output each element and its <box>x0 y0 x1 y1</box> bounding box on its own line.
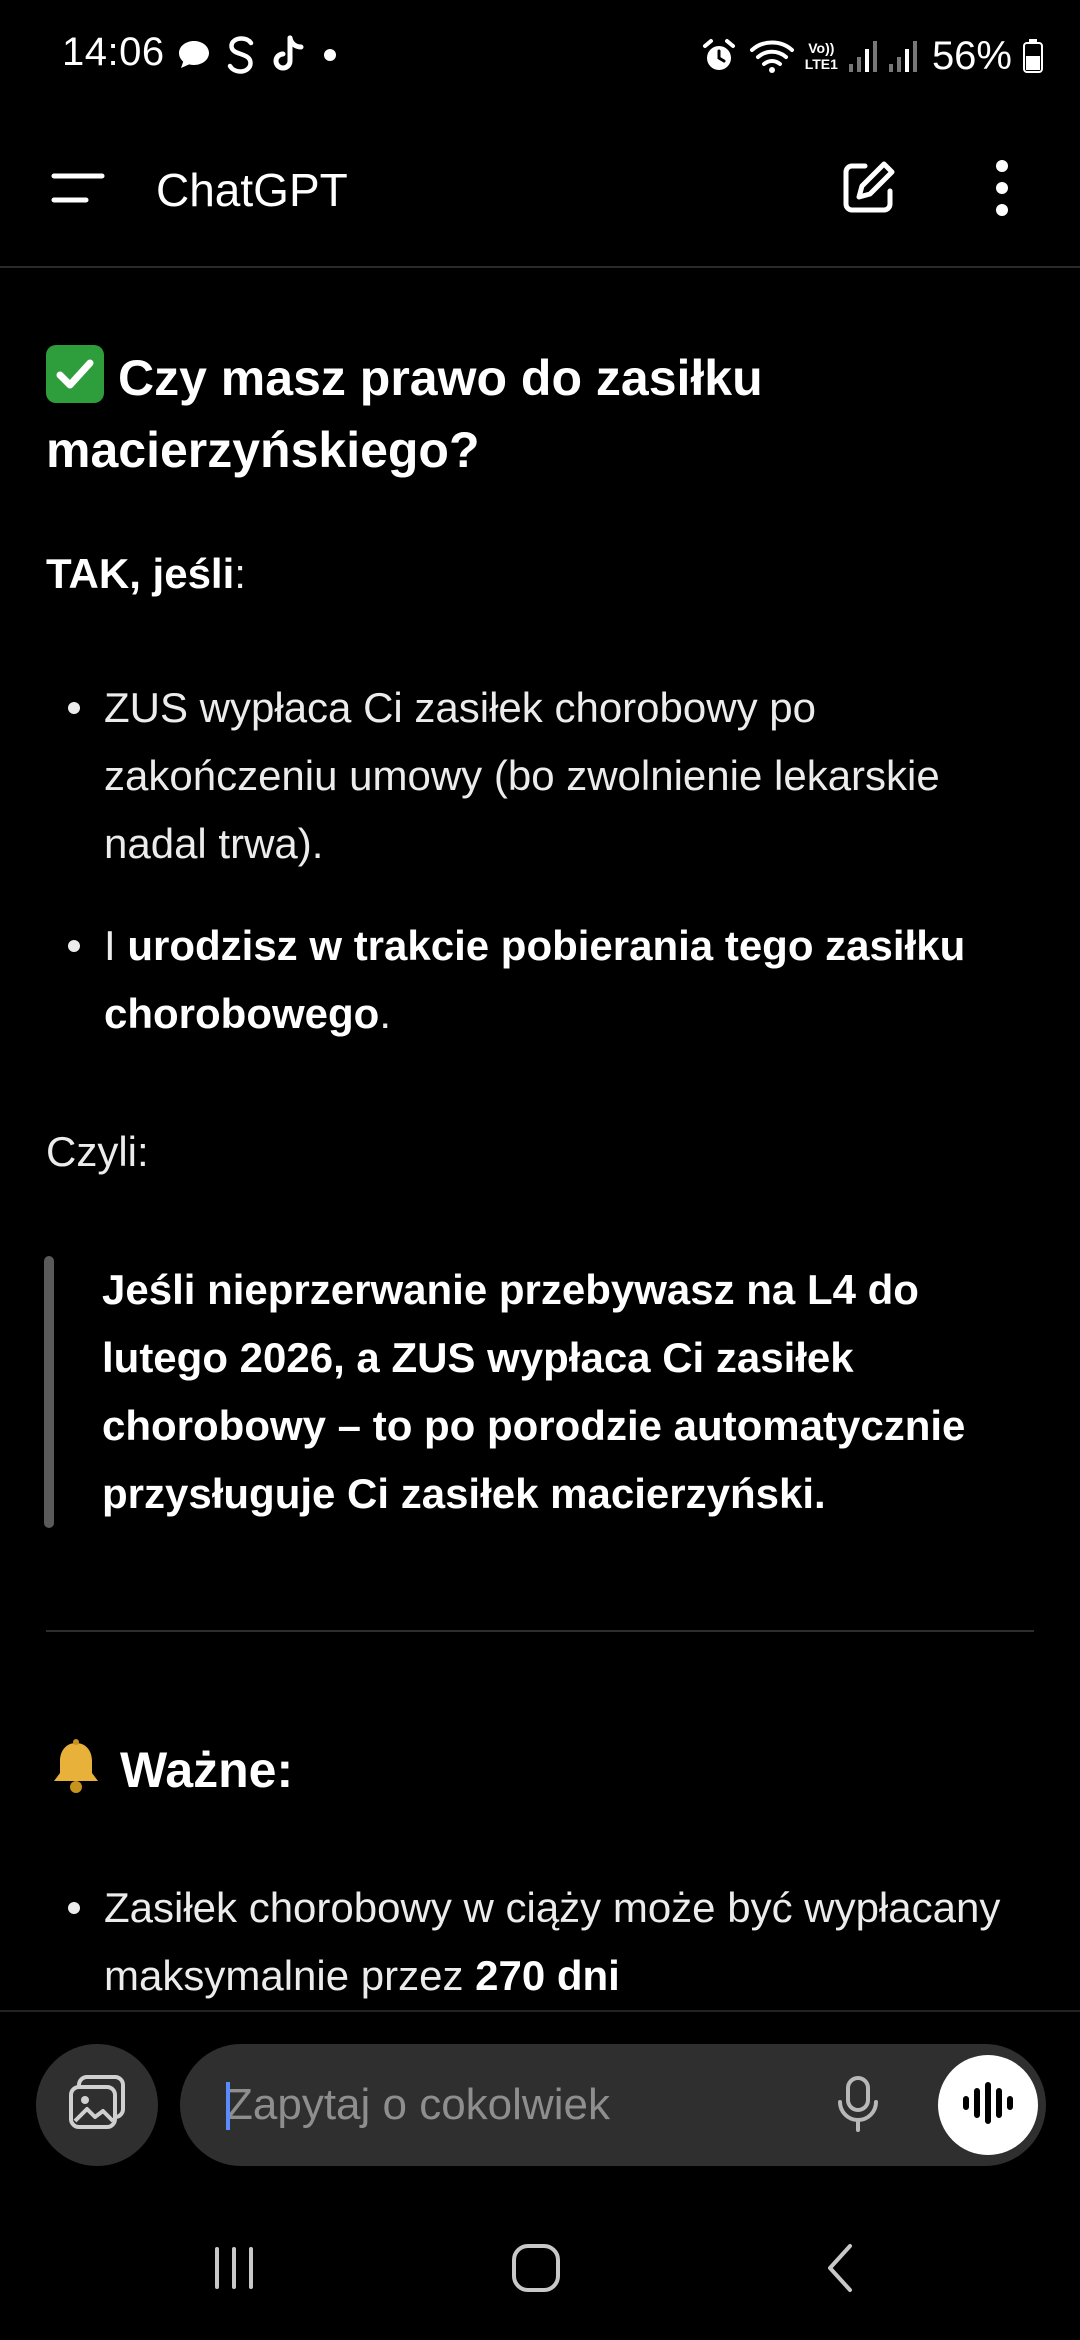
home-button[interactable] <box>486 2230 586 2310</box>
check-mark-emoji-icon <box>46 345 104 403</box>
status-bar: 14:06 Vo)) LTE1 56% <box>0 0 1080 112</box>
prompt-input[interactable] <box>226 2044 786 2166</box>
wifi-icon <box>749 36 795 76</box>
system-status-icons: Vo)) LTE1 56% <box>699 28 1044 84</box>
more-vertical-icon <box>994 158 1010 223</box>
tak-colon: : <box>234 550 246 597</box>
volte-label-bottom: LTE1 <box>804 56 838 72</box>
tiktok-icon <box>270 35 306 75</box>
blockquote-bar <box>44 1256 54 1528</box>
list-item-suffix: . <box>379 990 391 1037</box>
list-item-bold: urodzisz w trakcie pobierania tego zasił… <box>104 922 966 1037</box>
divider <box>46 1630 1034 1632</box>
important-heading-text: Ważne: <box>120 1742 294 1798</box>
recent-apps-icon <box>209 2245 259 2296</box>
attach-button[interactable] <box>36 2044 158 2166</box>
volte-icon: Vo)) LTE1 <box>805 40 838 72</box>
bullet-dot <box>68 940 80 952</box>
notification-icons <box>176 30 340 80</box>
back-button[interactable] <box>790 2230 890 2310</box>
chat-message: Czy masz prawo do zasiłku macierzyńskieg… <box>0 268 1080 2010</box>
bell-emoji-icon <box>46 1737 106 1816</box>
text-caret <box>226 2082 230 2130</box>
composer <box>0 2010 1080 2200</box>
new-chat-icon <box>838 158 898 223</box>
voice-mode-icon <box>960 2081 1016 2130</box>
czyli-text: Czyli: <box>46 1128 149 1175</box>
voice-mode-button[interactable] <box>938 2055 1038 2155</box>
menu-button[interactable] <box>40 152 116 228</box>
chat-bubble-icon <box>176 38 212 72</box>
volte-label-top: Vo)) <box>808 40 835 56</box>
list-item: Zasiłek chorobowy w ciąży może być wypła… <box>104 1874 1044 2010</box>
app-header: ChatGPT <box>0 112 1080 268</box>
status-time: 14:06 <box>62 30 165 74</box>
microphone-icon <box>836 2074 880 2139</box>
list-item: ZUS wypłaca Ci zasiłek chorobowy po zako… <box>104 674 1044 878</box>
more-options-button[interactable] <box>966 148 1038 232</box>
list-item-bold: 270 dni <box>475 1952 620 1999</box>
recent-apps-button[interactable] <box>184 2230 284 2310</box>
bullet-dot <box>68 1902 80 1914</box>
dot-icon <box>320 45 340 65</box>
prompt-box <box>180 2044 1046 2166</box>
app-title[interactable]: ChatGPT <box>156 154 348 226</box>
heading-text: Czy masz prawo do zasiłku macierzyńskieg… <box>46 350 763 478</box>
list-item: I urodzisz w trakcie pobierania tego zas… <box>104 912 1044 1048</box>
battery-icon <box>1022 38 1044 74</box>
menu-icon <box>50 168 106 213</box>
list-item-prefix: I <box>104 922 128 969</box>
tak-label: TAK, jeśli <box>46 550 235 597</box>
message-heading: Czy masz prawo do zasiłku macierzyńskieg… <box>46 342 1046 486</box>
signal-icon <box>888 38 918 74</box>
microphone-button[interactable] <box>820 2068 896 2144</box>
attach-image-icon <box>65 2073 129 2138</box>
condition-intro: TAK, jeśli: <box>46 540 1036 608</box>
home-icon <box>510 2242 562 2299</box>
blockquote: Jeśli nieprzerwanie przebywasz na L4 do … <box>102 1266 966 1517</box>
important-heading: Ważne: <box>46 1734 293 1816</box>
system-nav-bar <box>0 2200 1080 2340</box>
back-icon <box>822 2242 858 2299</box>
alarm-icon <box>699 36 739 76</box>
s-app-icon <box>226 34 256 76</box>
battery-percent: 56% <box>931 33 1012 78</box>
bullet-dot <box>68 702 80 714</box>
new-chat-button[interactable] <box>826 148 910 232</box>
signal-icon <box>848 38 878 74</box>
list-item-text: ZUS wypłaca Ci zasiłek chorobowy po zako… <box>104 684 940 867</box>
